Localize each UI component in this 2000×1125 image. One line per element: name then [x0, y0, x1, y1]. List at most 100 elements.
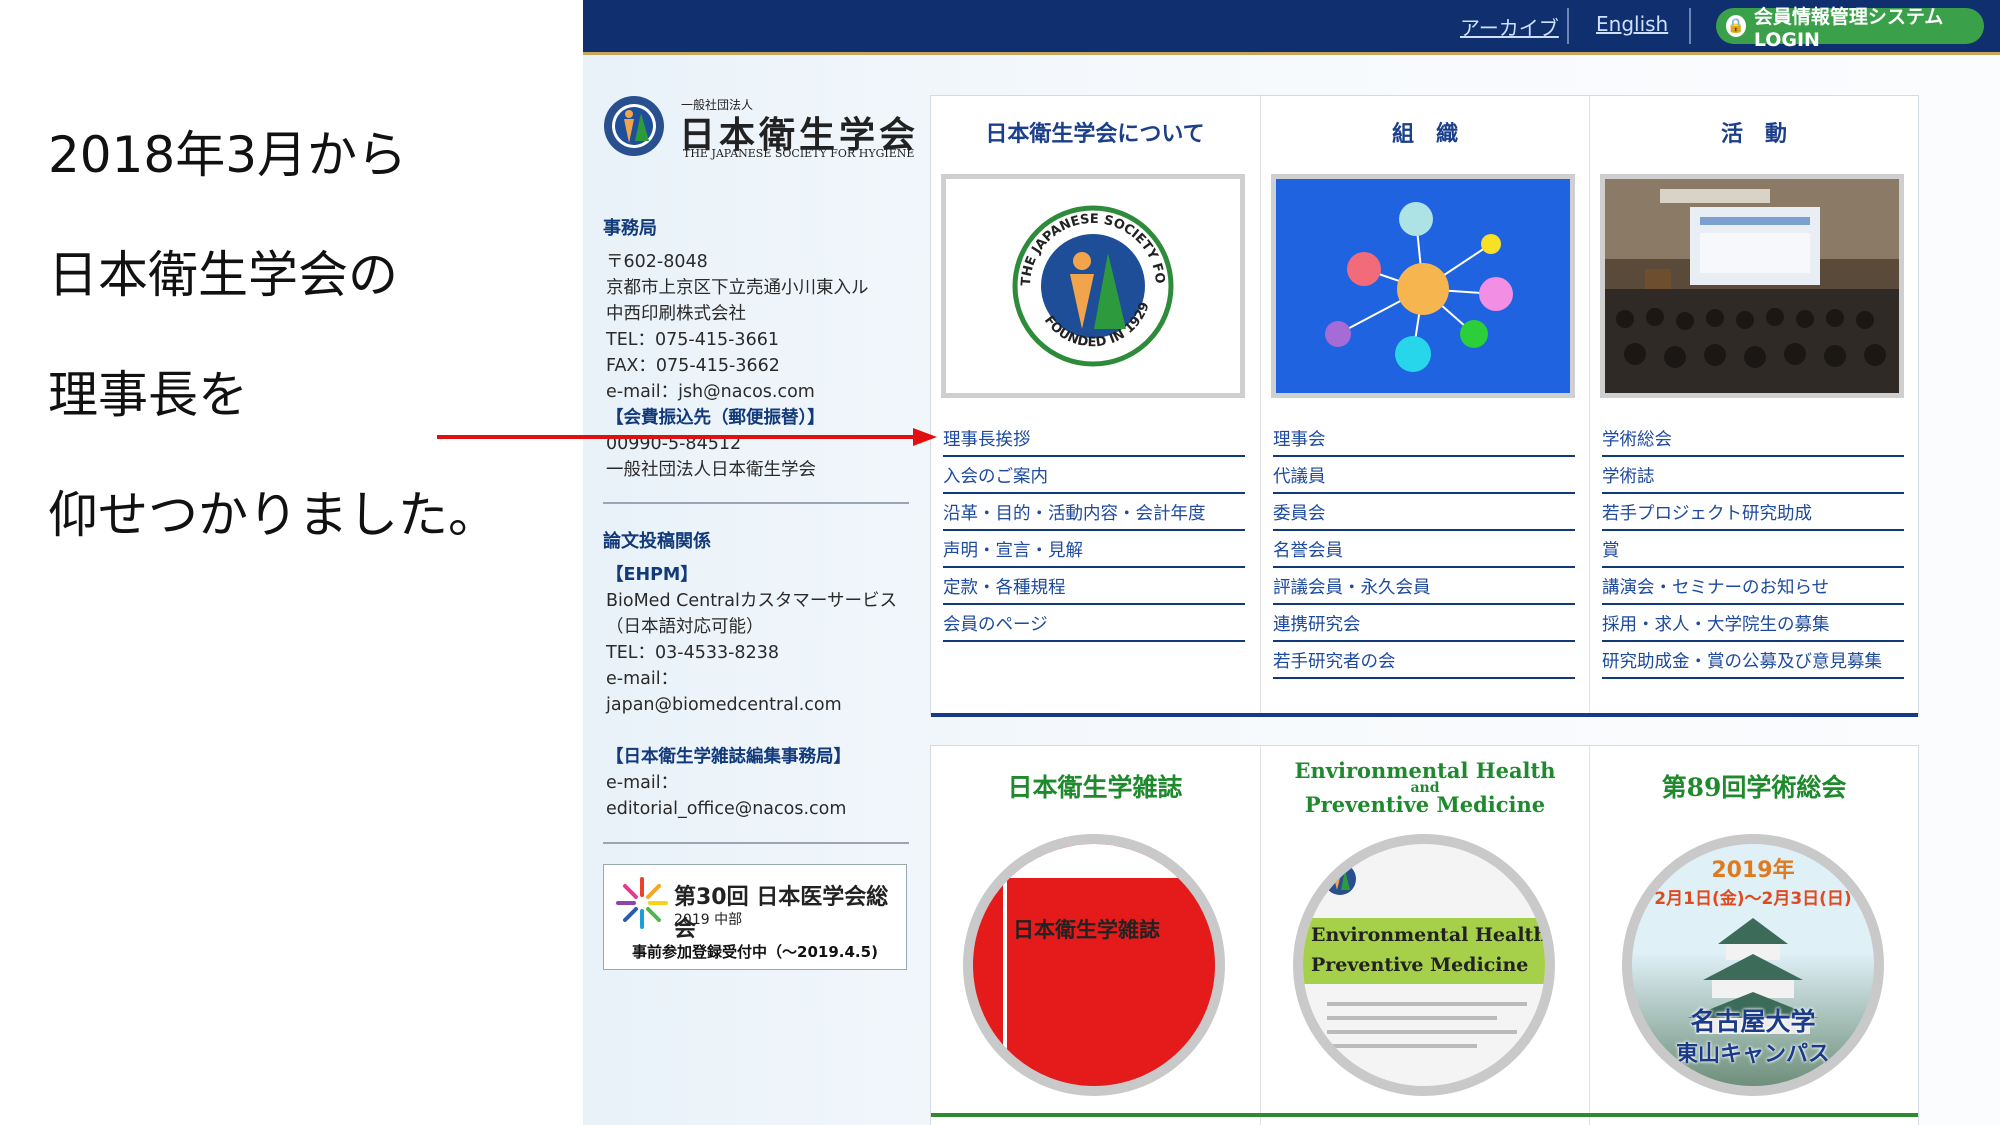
cover-text-line: [1327, 1002, 1527, 1006]
ehpm-tel: TEL：03-4533-8238: [606, 643, 779, 663]
annual-meeting-title[interactable]: 第89回学術総会: [1590, 768, 1918, 804]
link-board[interactable]: 理事会: [1273, 420, 1575, 457]
cover-stripe: [973, 844, 1215, 878]
nav-divider: [1689, 8, 1691, 44]
link-membership-guide[interactable]: 入会のご案内: [943, 457, 1245, 494]
annual-meeting-column: 第89回学術総会 2019年 2月1日(金)～2月3日(日) 名古屋大学 東山キ…: [1589, 746, 1918, 1125]
link-young-project-grants[interactable]: 若手プロジェクト研究助成: [1602, 494, 1904, 531]
website-screenshot: アーカイブ English 🔒 会員情報管理システムLOGIN 一般社団法人 日…: [583, 0, 2000, 1125]
logo-english-name: THE JAPANESE SOCIETY FOR HYGIENE: [683, 147, 915, 160]
nav-divider: [1567, 8, 1569, 44]
activities-title[interactable]: 活 動: [1590, 116, 1918, 148]
medical-congress-banner[interactable]: 第30回 日本医学会総会 2019 中部 事前参加登録受付中（～2019.4.5…: [603, 864, 907, 970]
link-chairman-greeting[interactable]: 理事長挨拶: [943, 420, 1245, 457]
link-grant-calls[interactable]: 研究助成金・賞の公募及び意見募集: [1602, 642, 1904, 679]
link-annual-meeting[interactable]: 学術総会: [1602, 420, 1904, 457]
seal-graphic: THE JAPANESE SOCIETY FOR HYGIENE FOUNDED…: [940, 168, 1174, 367]
conference-photo: [1605, 179, 1899, 393]
editorial-email-label: e-mail：: [606, 773, 679, 793]
office-email[interactable]: e-mail：jsh@nacos.com: [606, 382, 815, 402]
transfer-name: 一般社団法人日本衛生学会: [606, 460, 816, 480]
journal-logo-icon: [1324, 863, 1356, 895]
activities-links: 学術総会 学術誌 若手プロジェクト研究助成 賞 講演会・セミナーのお知らせ 採用…: [1602, 420, 1904, 679]
link-members-page[interactable]: 会員のページ: [943, 605, 1245, 642]
network-diagram-image[interactable]: [1271, 174, 1575, 398]
slide-line-1: 2018年3月から: [48, 126, 408, 184]
link-history[interactable]: 沿革・目的・活動内容・会計年度: [943, 494, 1245, 531]
ehpm-title-line3[interactable]: Preventive Medicine: [1261, 792, 1589, 817]
link-awards[interactable]: 賞: [1602, 531, 1904, 568]
japanese-journal-column: 日本衛生学雑誌 日本衛生学雑誌: [931, 746, 1259, 1125]
divider: [603, 842, 909, 844]
link-statements[interactable]: 声明・宣言・見解: [943, 531, 1245, 568]
slide-line-4: 仰せつかりました。: [48, 486, 498, 544]
organization-title[interactable]: 組 織: [1261, 116, 1589, 148]
activities-column: 活 動 学術総会 学術誌 若手プロジェクト研究助成 賞 講演会・セミナーのお知ら…: [1589, 96, 1918, 714]
office-address: 京都市上京区下立売通小川東入ル: [606, 278, 869, 298]
office-heading: 事務局: [603, 218, 657, 239]
link-research-groups[interactable]: 連携研究会: [1273, 605, 1575, 642]
ehpm-service: BioMed Centralカスタマーサービス: [606, 591, 897, 611]
ehpm-cover[interactable]: Environmental Health Preventive Medicine: [1293, 834, 1555, 1096]
network-graphic: [1276, 179, 1570, 393]
office-postcode: 〒602-8048: [606, 252, 708, 272]
conference-photo-image[interactable]: [1600, 174, 1904, 398]
editorial-email[interactable]: editorial_office@nacos.com: [606, 799, 846, 819]
ehpm-column: Environmental Health and Preventive Medi…: [1260, 746, 1589, 1125]
cover-text-line: [1327, 1016, 1497, 1020]
top-navigation-bar: アーカイブ English 🔒 会員情報管理システムLOGIN: [583, 0, 2000, 55]
banner-subtitle: 2019 中部: [674, 912, 743, 928]
link-young-researchers[interactable]: 若手研究者の会: [1273, 642, 1575, 679]
slide-line-3: 理事長を: [48, 366, 248, 424]
slide-line-2: 日本衛生学会の: [48, 246, 398, 304]
ehpm-email[interactable]: japan@biomedcentral.com: [606, 695, 842, 715]
link-recruitment[interactable]: 採用・求人・大学院生の募集: [1602, 605, 1904, 642]
poster-venue-1: 名古屋大学: [1690, 1007, 1816, 1036]
japanese-journal-cover[interactable]: 日本衛生学雑誌: [963, 834, 1225, 1096]
ehpm-label: 【EHPM】: [606, 565, 698, 585]
english-link[interactable]: English: [1596, 12, 1668, 36]
archive-link[interactable]: アーカイブ: [1460, 12, 1559, 41]
link-councilors[interactable]: 評議会員・永久会員: [1273, 568, 1575, 605]
red-arrow: [437, 428, 937, 446]
cover-stripe: [1003, 878, 1007, 1086]
cover-title: 日本衛生学雑誌: [1013, 917, 1160, 942]
congress-logo-icon: [616, 877, 668, 929]
link-seminars[interactable]: 講演会・セミナーのお知らせ: [1602, 568, 1904, 605]
link-honorary-members[interactable]: 名誉会員: [1273, 531, 1575, 568]
cover-text-line: [1327, 1030, 1517, 1034]
link-delegates[interactable]: 代議員: [1273, 457, 1575, 494]
cover-title-line1: Environmental Health: [1311, 924, 1548, 946]
about-links: 理事長挨拶 入会のご案内 沿革・目的・活動内容・会計年度 声明・宣言・見解 定款…: [943, 420, 1245, 642]
annual-meeting-poster[interactable]: 2019年 2月1日(金)～2月3日(日) 名古屋大学 東山キャンパス: [1622, 834, 1884, 1096]
poster-venue-2: 東山キャンパス: [1675, 1042, 1830, 1067]
ehpm-email-label: e-mail：: [606, 669, 679, 689]
publications-panel: 日本衛生学雑誌 日本衛生学雑誌 Environmental Health and…: [930, 745, 1919, 1125]
divider: [603, 502, 909, 504]
office-tel: TEL：075-415-3661: [606, 330, 779, 350]
submission-info: 【EHPM】 BioMed Centralカスタマーサービス （日本語対応可能）…: [606, 562, 897, 822]
japanese-journal-title[interactable]: 日本衛生学雑誌: [931, 768, 1259, 804]
office-company: 中西印刷株式会社: [606, 304, 746, 324]
society-seal-image[interactable]: THE JAPANESE SOCIETY FOR HYGIENE FOUNDED…: [940, 168, 1245, 398]
about-column: 日本衛生学会について THE JAPANESE SOCIETY FOR HYGI…: [931, 96, 1259, 714]
panel-bottom-border: [931, 1113, 1918, 1117]
cover-text-line: [1327, 1044, 1477, 1048]
member-login-button[interactable]: 🔒 会員情報管理システムLOGIN: [1716, 6, 1984, 51]
cover-title-line2: Preventive Medicine: [1311, 954, 1529, 976]
ehpm-language: （日本語対応可能）: [606, 617, 764, 637]
about-title[interactable]: 日本衛生学会について: [931, 116, 1259, 148]
society-emblem-icon[interactable]: [603, 95, 665, 157]
login-label: 会員情報管理システムLOGIN: [1753, 5, 1944, 51]
organization-links: 理事会 代議員 委員会 名誉会員 評議会員・永久会員 連携研究会 若手研究者の会: [1273, 420, 1575, 679]
link-journals[interactable]: 学術誌: [1602, 457, 1904, 494]
main-menu-panel: 日本衛生学会について THE JAPANESE SOCIETY FOR HYGI…: [930, 95, 1919, 717]
link-committees[interactable]: 委員会: [1273, 494, 1575, 531]
poster-year: 2019年: [1711, 858, 1795, 883]
poster-dates: 2月1日(金)～2月3日(日): [1654, 889, 1852, 909]
editorial-label: 【日本衛生学雑誌編集事務局】: [606, 747, 851, 767]
panel-divider: [931, 713, 1918, 717]
link-bylaws[interactable]: 定款・各種規程: [943, 568, 1245, 605]
submission-heading: 論文投稿関係: [603, 531, 711, 552]
banner-note: 事前参加登録受付中（～2019.4.5): [632, 943, 878, 961]
